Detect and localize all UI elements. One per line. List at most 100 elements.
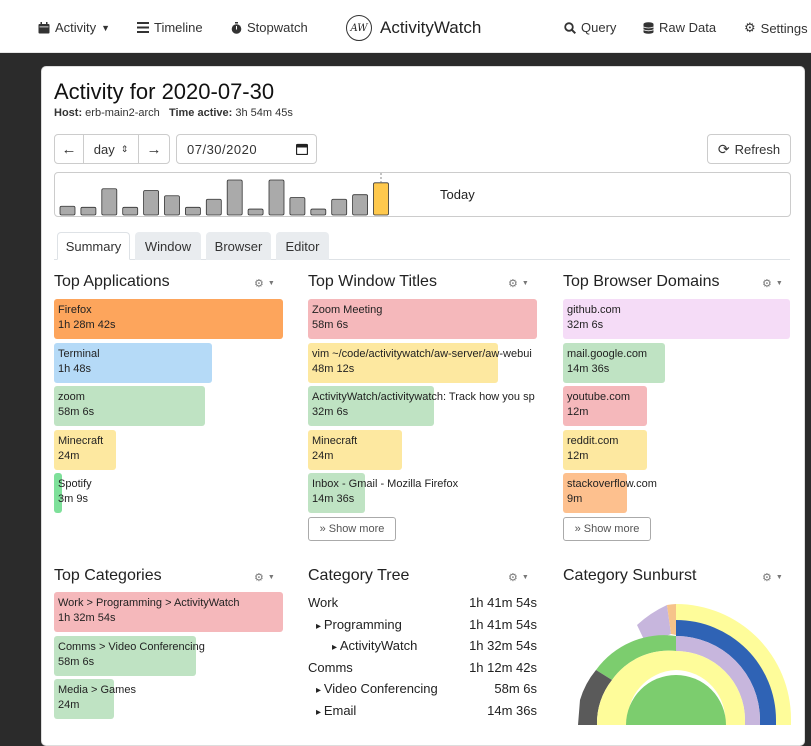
- application-duration: 1h 28m 42s: [58, 319, 116, 331]
- caret-right-icon: ▸: [316, 685, 324, 696]
- histogram-bar[interactable]: [331, 198, 348, 216]
- tree-row-duration: 1h 41m 54s: [469, 616, 537, 632]
- nav-timeline[interactable]: Timeline: [137, 20, 203, 35]
- histogram-bar[interactable]: [289, 197, 306, 216]
- select-caret-icon: ⇕: [120, 143, 129, 154]
- category-row[interactable]: Media > Games 24m: [54, 679, 283, 719]
- tree-row-duration: 1h 41m 54s: [469, 595, 537, 610]
- window-title-row[interactable]: ActivityWatch/activitywatch: Track how y…: [308, 386, 537, 426]
- histogram-bar[interactable]: [122, 206, 139, 216]
- top-browser-domains-title: Top Browser Domains: [563, 273, 720, 290]
- histogram-chart: [59, 173, 389, 216]
- histogram-bar[interactable]: [268, 179, 285, 216]
- nav-raw-data-label: Raw Data: [659, 20, 717, 35]
- category-sunburst-chart: [578, 604, 791, 725]
- top-browser-domains-options[interactable]: ⚙ ▼: [762, 277, 783, 290]
- histogram-bar[interactable]: [143, 190, 159, 216]
- caret-down-icon: ▼: [101, 22, 111, 33]
- database-icon: [643, 21, 654, 34]
- window-title-row[interactable]: Minecraft 24m: [308, 429, 537, 470]
- browser-domain-row[interactable]: reddit.com 12m: [563, 429, 790, 470]
- browser-domain-row[interactable]: stackoverflow.com 9m: [563, 473, 790, 513]
- window-title-row[interactable]: vim ~/code/activitywatch/aw-server/aw-we…: [308, 342, 537, 383]
- caret-down-icon: ▼: [521, 280, 529, 287]
- nav-raw-data[interactable]: Raw Data: [643, 20, 716, 35]
- tab-window[interactable]: Window: [135, 232, 201, 260]
- application-row[interactable]: Spotify 3m 9s: [54, 473, 283, 513]
- tab-editor[interactable]: Editor: [276, 232, 329, 260]
- tree-row-programming[interactable]: ▸ Programming: [316, 617, 402, 632]
- histogram-bar[interactable]: [352, 194, 369, 216]
- nav-stopwatch[interactable]: Stopwatch: [231, 20, 308, 35]
- browser-domain-row[interactable]: youtube.com 12m: [563, 386, 790, 426]
- next-period-button[interactable]: →: [138, 134, 170, 164]
- refresh-icon: ⟳: [717, 140, 730, 157]
- top-window-titles-options[interactable]: ⚙ ▼: [508, 277, 529, 290]
- tab-summary[interactable]: Summary: [57, 232, 130, 260]
- tree-row-email[interactable]: ▸ Email: [316, 703, 356, 718]
- application-row[interactable]: zoom 58m 6s: [54, 386, 283, 426]
- period-select[interactable]: day ⇕: [83, 134, 139, 164]
- application-row[interactable]: Minecraft 24m: [54, 429, 283, 470]
- category-sunburst-title: Category Sunburst: [563, 567, 697, 584]
- application-name: Spotify: [58, 478, 92, 490]
- category-name: Work > Programming > ActivityWatch: [58, 597, 240, 609]
- histogram-bar[interactable]: [59, 205, 76, 216]
- window-title-name: Zoom Meeting: [312, 304, 383, 316]
- histogram-bar[interactable]: [205, 198, 222, 216]
- nav-settings[interactable]: ⚙ Settings: [744, 20, 808, 36]
- browser-domain-duration: 14m 36s: [567, 362, 610, 375]
- browser-domain-duration: 32m 6s: [567, 319, 604, 331]
- window-title-name: ActivityWatch/activitywatch: Track how y…: [312, 391, 535, 403]
- caret-right-icon: ▸: [316, 706, 324, 718]
- date-input[interactable]: 07/30/2020: [176, 134, 317, 164]
- category-row[interactable]: Comms > Video Conferencing 58m 6s: [54, 635, 283, 676]
- window-title-duration: 32m 6s: [312, 406, 349, 418]
- browser-domain-row[interactable]: mail.google.com 14m 36s: [563, 342, 790, 383]
- previous-period-button[interactable]: ←: [54, 134, 84, 164]
- histogram-bar[interactable]: [184, 206, 201, 216]
- application-name: zoom: [58, 391, 85, 403]
- caret-down-icon: ▼: [267, 280, 275, 287]
- caret-down-icon: ▼: [267, 574, 275, 581]
- brand-link[interactable]: AW ActivityWatch: [346, 15, 481, 41]
- histogram-bar[interactable]: [164, 195, 180, 216]
- host-label: Host:: [54, 107, 83, 119]
- category-tree-options[interactable]: ⚙ ▼: [508, 571, 529, 584]
- top-categories-options[interactable]: ⚙ ▼: [254, 571, 275, 584]
- histogram-bar[interactable]: [80, 206, 97, 216]
- histogram-bar[interactable]: [226, 179, 243, 216]
- window-titles-show-more-button[interactable]: » Show more: [308, 517, 396, 541]
- top-applications-options[interactable]: ⚙ ▼: [254, 277, 275, 290]
- histogram-bar[interactable]: [310, 208, 327, 216]
- gear-icon: ⚙: [254, 572, 264, 584]
- caret-right-icon: ▸: [316, 620, 324, 632]
- window-title-row[interactable]: Zoom Meeting 58m 6s: [308, 299, 537, 339]
- calendar-picker-icon: [296, 143, 308, 155]
- application-row[interactable]: Firefox 1h 28m 42s: [54, 299, 283, 339]
- browser-domain-row[interactable]: github.com 32m 6s: [563, 299, 790, 339]
- refresh-button[interactable]: ⟳ Refresh: [707, 134, 791, 164]
- tree-row-name: Email: [323, 702, 357, 718]
- tree-row-activitywatch[interactable]: ▸ ActivityWatch: [332, 638, 417, 653]
- application-row[interactable]: Terminal 1h 48s: [54, 342, 283, 383]
- category-row[interactable]: Work > Programming > ActivityWatch 1h 32m…: [54, 592, 283, 632]
- browser-domain-name: reddit.com: [567, 434, 619, 447]
- category-sunburst-options[interactable]: ⚙ ▼: [762, 571, 783, 584]
- histogram-bar[interactable]: [101, 188, 118, 216]
- tree-row-name: ActivityWatch: [339, 638, 418, 653]
- nav-activity-dropdown[interactable]: Activity ▼: [38, 20, 110, 35]
- tab-browser[interactable]: Browser: [206, 232, 271, 260]
- tree-row-video-conferencing[interactable]: ▸ Video Conferencing: [316, 681, 438, 696]
- histogram-bar[interactable]: [247, 208, 264, 216]
- tree-row-work: Work: [308, 595, 338, 610]
- tree-row-name: Work: [308, 595, 339, 610]
- histogram-bar-today[interactable]: [373, 182, 389, 216]
- window-title-duration: 24m: [312, 449, 334, 462]
- tab-browser-label: Browser: [214, 238, 263, 254]
- navbar: Activity ▼ Timeline Stopwatch AW Activit…: [0, 0, 811, 53]
- browser-domains-show-more-button[interactable]: » Show more: [563, 517, 651, 541]
- nav-query[interactable]: Query: [564, 20, 616, 35]
- window-title-row[interactable]: Inbox - Gmail - Mozilla Firefox 14m 36s: [308, 473, 537, 513]
- tree-row-duration: 1h 12m 42s: [469, 659, 537, 675]
